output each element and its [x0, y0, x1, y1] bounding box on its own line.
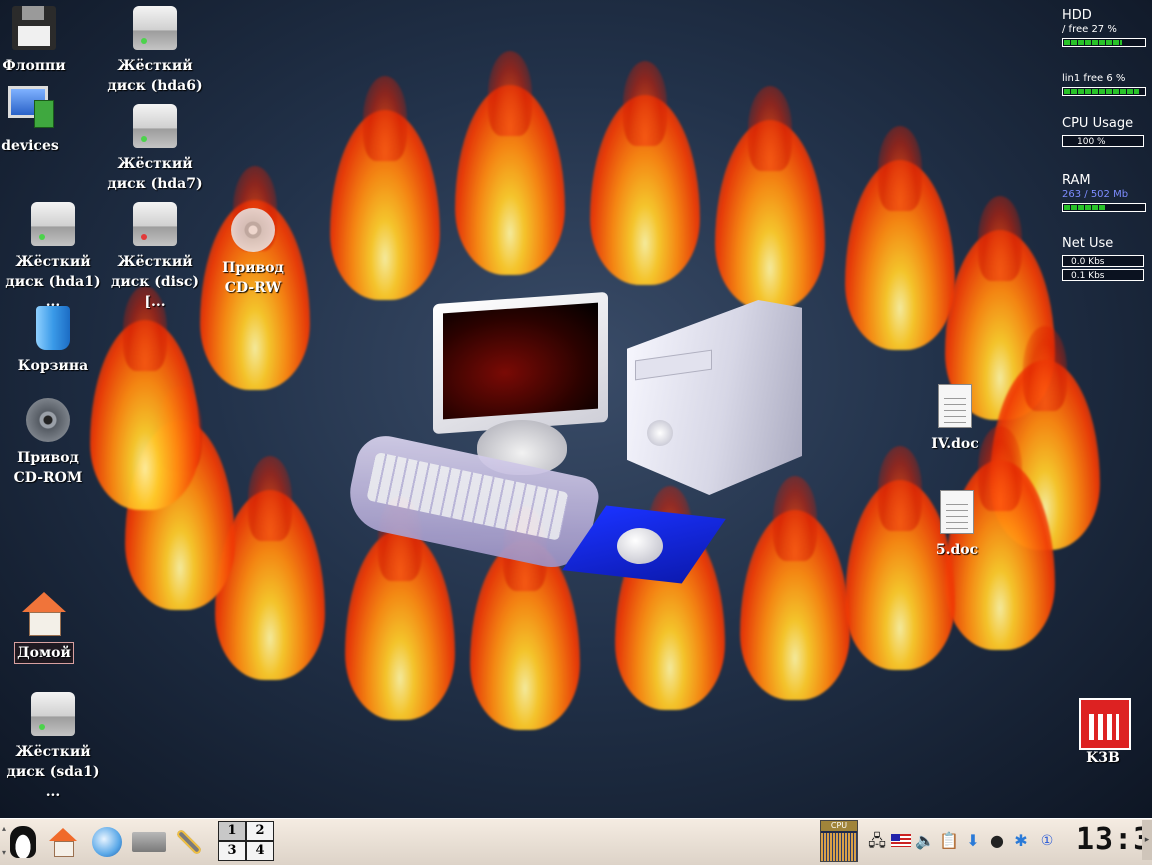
drive-button[interactable] [130, 823, 168, 861]
konqueror-icon [92, 827, 122, 857]
desktop-icon-label: IV.doc [931, 436, 979, 452]
flame-decoration [455, 50, 565, 275]
network-tool-icon[interactable]: ✱ [1010, 830, 1032, 852]
wrench-icon [175, 828, 203, 856]
monitor-illustration [433, 291, 608, 435]
system-monitor-widget: HDD / free 27 % lin1 free 6 % CPU Usage … [1062, 8, 1150, 281]
hard-drive-icon [133, 104, 177, 148]
mouse-illustration [617, 528, 663, 564]
flame-decoration [330, 75, 440, 300]
cpu-graph-label: CPU [821, 821, 857, 831]
desktop-icon-label: devices [1, 138, 59, 154]
hard-drive-icon [31, 202, 75, 246]
hdd-title: HDD [1062, 8, 1092, 23]
desktop-icon-label: K3B [1086, 750, 1120, 766]
panel-hide-button[interactable]: ▸ [1142, 820, 1152, 860]
desktop-icon-hda1[interactable]: Жёсткий диск (hda1) ... [3, 200, 103, 312]
cpu-graph-applet[interactable]: CPU [820, 820, 858, 862]
flame-decoration [90, 285, 200, 510]
document-icon [940, 490, 974, 534]
flame-decoration [845, 125, 955, 350]
tux-icon [10, 826, 36, 858]
flame-decoration [590, 60, 700, 285]
flame-decoration [715, 85, 825, 310]
desktop-icon-5-doc[interactable]: 5.doc [907, 488, 1007, 560]
desktop-icon-hda6[interactable]: Жёсткий диск (hda6) ... [105, 4, 205, 116]
home-icon [22, 592, 66, 636]
desktop-pager: 1 2 3 4 [218, 821, 276, 861]
devices-icon [8, 86, 54, 128]
drive-icon [132, 832, 166, 852]
pager-desktop-2[interactable]: 2 [246, 821, 274, 841]
download-arrow-icon[interactable]: ⬇ [962, 830, 984, 852]
hard-drive-icon [133, 6, 177, 50]
cd-drive-icon [231, 208, 275, 252]
desktop-icon-label: Жёсткий диск (hda1) ... [5, 254, 101, 310]
desktop-icon-label: Жёсткий диск (disc) [... [111, 254, 199, 310]
root-free-label: / free 27 % [1062, 24, 1117, 35]
trash-icon [36, 306, 70, 350]
desktop-icon-label: Флоппи [2, 58, 66, 74]
home-icon [49, 828, 77, 857]
desktop-icon-label: Корзина [17, 358, 89, 374]
desktop: Флоппи Жёсткий диск (hda6) ... devices Ж… [0, 0, 1152, 818]
desktop-icon-sda1[interactable]: Жёсткий диск (sda1) ... [3, 690, 103, 802]
desktop-icon-hda7[interactable]: Жёсткий диск (hda7) ... [105, 102, 205, 214]
desktop-icon-trash[interactable]: Корзина [3, 304, 103, 376]
desktop-icon-iv-doc[interactable]: IV.doc [905, 382, 1005, 454]
cd-drive-icon [26, 398, 70, 442]
desktop-icon-label: Домой [14, 642, 74, 664]
hard-drive-icon [31, 692, 75, 736]
lin1-free-bar [1062, 87, 1146, 96]
k-menu-button[interactable] [4, 823, 42, 861]
desktop-icon-floppy[interactable]: Флоппи [0, 4, 84, 76]
document-icon [938, 384, 972, 428]
root-free-bar [1062, 38, 1146, 47]
pager-desktop-3[interactable]: 3 [218, 841, 246, 861]
hard-drive-icon [133, 202, 177, 246]
desktop-icon-cdrom[interactable]: Привод CD-ROM [0, 396, 98, 488]
desktop-icon-label: Привод CD-RW [222, 260, 284, 296]
pager-desktop-4[interactable]: 4 [246, 841, 274, 861]
cpu-value-box: 100 % [1062, 135, 1144, 147]
klipper-icon[interactable]: 📋 [938, 830, 960, 852]
flame-decoration [345, 495, 455, 720]
speaker-icon[interactable]: 🔈 [914, 830, 936, 852]
ram-value: 263 / 502 Mb [1062, 189, 1129, 200]
desktop-icon-k3b[interactable]: K3B [1053, 698, 1152, 768]
tower-illustration [627, 300, 802, 495]
lin1-free-label: lin1 free 6 % [1062, 73, 1126, 84]
net-out-box: 0.1 Kbs [1062, 269, 1144, 281]
ram-bar [1062, 203, 1146, 212]
floppy-icon [12, 6, 56, 50]
k3b-icon [1079, 698, 1131, 750]
net-title: Net Use [1062, 236, 1114, 251]
desktop-icon-disc[interactable]: Жёсткий диск (disc) [... [105, 200, 205, 312]
net-in-box: 0.0 Kbs [1062, 255, 1144, 267]
cpu-title: CPU Usage [1062, 116, 1134, 131]
pager-desktop-1[interactable]: 1 [218, 821, 246, 841]
cpu-graph-bars [821, 833, 857, 861]
bomb-icon[interactable]: ● [986, 830, 1008, 852]
desktop-icon-label: Жёсткий диск (sda1) ... [6, 744, 100, 800]
desktop-icon-devices[interactable]: devices [0, 82, 80, 156]
clock[interactable]: 13:33 [1076, 822, 1152, 858]
desktop-icon-label: Привод CD-ROM [13, 450, 83, 486]
update-icon[interactable]: ① [1036, 830, 1058, 852]
flame-decoration [740, 475, 850, 700]
desktop-icon-label: 5.doc [935, 542, 979, 558]
network-icon[interactable]: 🖧 [866, 830, 888, 852]
desktop-icon-home[interactable]: Домой [0, 590, 94, 664]
control-center-button[interactable] [170, 823, 208, 861]
desktop-icon-cdrw[interactable]: Привод CD-RW [203, 206, 303, 298]
konqueror-button[interactable] [88, 823, 126, 861]
us-flag-icon[interactable] [890, 830, 912, 852]
ram-title: RAM [1062, 173, 1091, 188]
home-button[interactable] [44, 823, 82, 861]
